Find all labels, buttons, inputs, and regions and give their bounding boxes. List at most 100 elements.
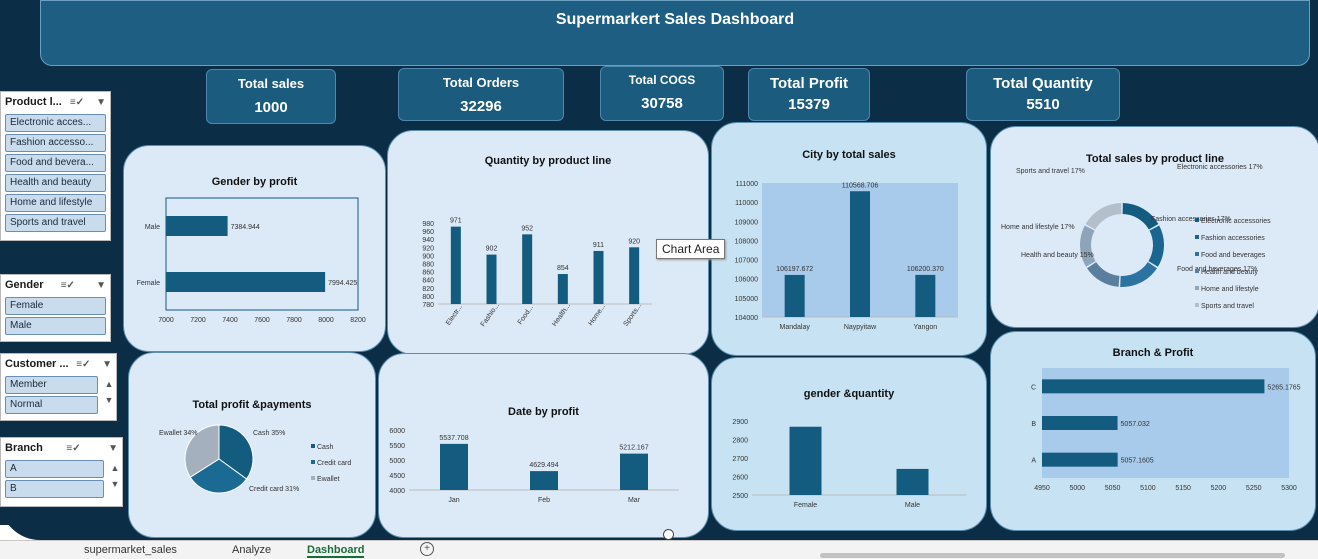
slicer-gender[interactable]: Gender ≡✓ ▼ Female Male bbox=[0, 274, 111, 342]
chart-gender-profit: 7000 7200 7400 7600 7800 8000 8200 7384.944 Male… bbox=[137, 197, 366, 324]
y-tick-label: A bbox=[1031, 458, 1036, 465]
card-profit-payments[interactable]: Total profit &payments Cash 35% Credit ca… bbox=[128, 352, 376, 538]
x-tick-label: 7800 bbox=[286, 317, 302, 324]
donut-slice bbox=[1120, 262, 1158, 287]
y-tick-label: 820 bbox=[422, 286, 434, 293]
x-tick-label: 4950 bbox=[1034, 485, 1050, 492]
y-tick-label: 4500 bbox=[389, 473, 405, 480]
tab-dashboard[interactable]: Dashboard bbox=[307, 544, 365, 558]
slicer-item[interactable]: Normal bbox=[5, 396, 98, 414]
y-tick-label: 780 bbox=[422, 302, 434, 309]
slicer-title: Customer ... bbox=[5, 358, 69, 370]
scroll-arrows[interactable]: ▲ ▼ bbox=[110, 460, 120, 492]
legend-swatch bbox=[311, 476, 315, 480]
card-gender-profit[interactable]: Gender by profit 7000 7200 7400 7600 7800 800… bbox=[123, 145, 386, 352]
legend-swatch bbox=[1195, 235, 1199, 239]
slicer-item[interactable]: Female bbox=[5, 297, 106, 315]
kpi-label: Total Quantity bbox=[993, 75, 1093, 92]
x-tick-label: 5100 bbox=[1140, 485, 1156, 492]
y-tick-label: 860 bbox=[422, 270, 434, 277]
slicer-product-line[interactable]: Product l... ≡✓ ▼ Electronic acces... Fa… bbox=[0, 91, 111, 241]
multiselect-icon[interactable]: ≡✓ bbox=[61, 280, 75, 291]
x-tick-label: 5050 bbox=[1105, 485, 1121, 492]
card-branch-profit[interactable]: Branch & Profit 4950 5000 5050 5100 5150 5200… bbox=[990, 331, 1316, 531]
bar bbox=[915, 274, 936, 317]
slicer-item[interactable]: Sports and travel bbox=[5, 214, 106, 232]
kpi-value: 1000 bbox=[254, 99, 288, 116]
multiselect-icon[interactable]: ≡✓ bbox=[76, 359, 90, 370]
legend-label: Sports and travel bbox=[1201, 303, 1254, 310]
slicer-item[interactable]: Health and beauty bbox=[5, 174, 106, 192]
slicer-item[interactable]: Member bbox=[5, 376, 98, 394]
chart-gender-quantity: 2900 2800 2700 2600 2500 Female Male bbox=[732, 419, 966, 509]
bar bbox=[486, 254, 497, 304]
clear-filter-icon[interactable]: ▼ bbox=[96, 280, 106, 291]
y-tick-label: 107000 bbox=[735, 258, 758, 265]
slicer-item[interactable]: Food and bevera... bbox=[5, 154, 106, 172]
x-tick-label: 7600 bbox=[254, 317, 270, 324]
bar bbox=[530, 471, 558, 490]
data-label: 920 bbox=[628, 238, 640, 245]
y-tick-label: 2700 bbox=[732, 456, 748, 463]
y-tick-label: 980 bbox=[422, 221, 434, 228]
bar bbox=[784, 274, 805, 317]
clear-filter-icon[interactable]: ▼ bbox=[96, 97, 106, 108]
plot-area bbox=[165, 197, 359, 311]
add-sheet-icon[interactable]: + bbox=[420, 542, 434, 556]
kpi-label: Total sales bbox=[237, 76, 305, 91]
card-sales-product-line[interactable]: Total sales by product line Electronic a… bbox=[990, 126, 1318, 328]
horizontal-scrollbar[interactable] bbox=[820, 553, 1285, 558]
y-tick-label: 920 bbox=[422, 245, 434, 252]
x-tick-label: 8000 bbox=[318, 317, 334, 324]
multiselect-icon[interactable]: ≡✓ bbox=[66, 443, 80, 454]
bar bbox=[166, 216, 228, 236]
bar bbox=[557, 274, 568, 304]
x-tick-label: 7400 bbox=[222, 317, 238, 324]
slicer-item[interactable]: Electronic acces... bbox=[5, 114, 106, 132]
slicer-title: Branch bbox=[5, 442, 43, 454]
data-label: 854 bbox=[557, 265, 569, 272]
chart-city-sales: 111000 110000 109000 108000 107000 106000 1050… bbox=[735, 181, 958, 331]
legend-label: Credit card bbox=[317, 460, 351, 467]
bar bbox=[593, 250, 604, 304]
tab-analyze[interactable]: Analyze bbox=[232, 544, 271, 556]
y-tick-label: B bbox=[1031, 421, 1036, 428]
data-label: 902 bbox=[486, 246, 498, 253]
y-tick-label: 840 bbox=[422, 278, 434, 285]
bar bbox=[850, 191, 870, 317]
donut-slice bbox=[1086, 262, 1120, 287]
data-label: 110568.706 bbox=[842, 182, 879, 189]
data-label: 5265.1765 bbox=[1267, 384, 1300, 391]
slicer-branch[interactable]: Branch ≡✓ ▼ A B ▲ ▼ bbox=[0, 437, 123, 507]
clear-filter-icon[interactable]: ▼ bbox=[108, 443, 118, 454]
scroll-arrows[interactable]: ▲ ▼ bbox=[104, 376, 114, 408]
slicer-item[interactable]: A bbox=[5, 460, 104, 478]
y-tick-label: 2800 bbox=[732, 438, 748, 445]
legend-swatch bbox=[1195, 303, 1199, 307]
clear-filter-icon[interactable]: ▼ bbox=[102, 359, 112, 370]
x-tick-label: Health... bbox=[551, 302, 572, 327]
chart-branch-profit: 4950 5000 5050 5100 5150 5200 5250 5300 5265.176… bbox=[1031, 368, 1301, 492]
legend-label: Ewallet bbox=[317, 476, 340, 483]
data-label: Ewallet 34% bbox=[159, 430, 198, 437]
card-date-profit[interactable]: Date by profit 6000 5500 5000 4500 4000 5537.… bbox=[378, 353, 709, 538]
slicer-customer[interactable]: Customer ... ≡✓ ▼ Member Normal ▲ ▼ bbox=[0, 353, 117, 421]
bar bbox=[896, 468, 929, 495]
slicer-item[interactable]: B bbox=[5, 480, 104, 498]
slicer-item[interactable]: Fashion accesso... bbox=[5, 134, 106, 152]
slicer-item[interactable]: Home and lifestyle bbox=[5, 194, 106, 212]
y-tick-label: 4000 bbox=[389, 488, 405, 495]
y-tick-label: Female bbox=[137, 280, 160, 287]
card-gender-quantity[interactable]: gender &quantity 2900 2800 2700 2600 2500 Fem… bbox=[711, 357, 987, 531]
multiselect-icon[interactable]: ≡✓ bbox=[70, 97, 84, 108]
resize-handle[interactable] bbox=[663, 529, 674, 540]
slicer-item[interactable]: Male bbox=[5, 317, 106, 335]
x-tick-label: 7000 bbox=[158, 317, 174, 324]
card-city-sales[interactable]: City by total sales 111000 110000 109000 10… bbox=[711, 122, 987, 356]
legend-swatch bbox=[311, 444, 315, 448]
data-label: 5057.1605 bbox=[1121, 458, 1154, 465]
y-tick-label: 5500 bbox=[389, 443, 405, 450]
chart-date-profit: 6000 5500 5000 4500 4000 5537.708 Jan 4629.494 F… bbox=[389, 428, 679, 504]
tab-supermarket-sales[interactable]: supermarket_sales bbox=[84, 544, 177, 556]
legend-label: Food and beverages bbox=[1201, 252, 1266, 259]
